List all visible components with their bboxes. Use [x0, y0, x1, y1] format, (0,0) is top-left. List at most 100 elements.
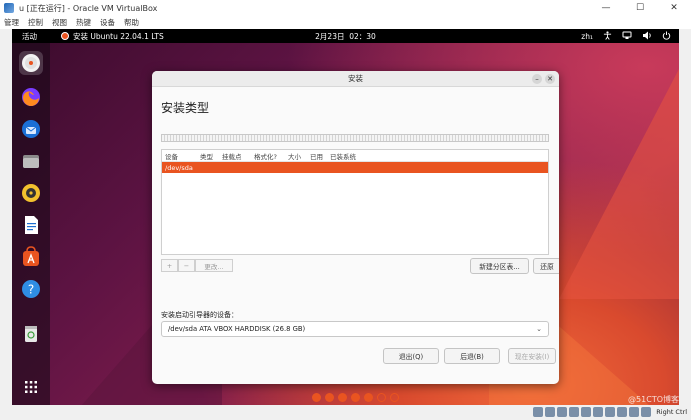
bootloader-label: 安装启动引导器的设备：: [161, 311, 238, 319]
firefox-icon: [22, 88, 40, 106]
ubuntu-installer-icon: [22, 54, 40, 72]
installer-window: 安装 – ✕ 安装类型 设备 类型 挂载点 格式化? 大小 已用 已装系统 /d…: [152, 71, 559, 384]
show-apps-button[interactable]: [19, 375, 43, 399]
rhythmbox-icon: [22, 184, 40, 202]
dock-trash[interactable]: [19, 321, 43, 345]
partition-bar: [161, 134, 549, 142]
network-icon[interactable]: [622, 31, 632, 42]
volume-icon[interactable]: [642, 31, 652, 42]
hdd-activity-icon[interactable]: [533, 407, 544, 417]
guest-desktop: 活动 安装 Ubuntu 22.04.1 LTS 2月23日 02：30 zh₁: [12, 29, 679, 405]
window-controls: — ☐ ✕: [589, 0, 691, 16]
column-installed-system[interactable]: 已装系统: [327, 151, 377, 161]
menu-hotkeys[interactable]: 热键: [76, 17, 91, 28]
installer-window-title: 安装: [348, 74, 363, 83]
host-key-label: Right Ctrl: [656, 408, 687, 416]
new-partition-table-button[interactable]: 新建分区表...: [470, 258, 529, 274]
usb-icon[interactable]: [581, 407, 592, 417]
vbox-titlebar: u [正在运行] - Oracle VM VirtualBox — ☐ ✕: [0, 0, 691, 16]
add-partition-button[interactable]: +: [161, 259, 178, 272]
installer-minimize-button[interactable]: –: [532, 74, 542, 84]
table-row[interactable]: /dev/sda: [162, 162, 548, 173]
audio-icon[interactable]: [557, 407, 568, 417]
page-title: 安装类型: [161, 101, 210, 115]
clock[interactable]: 2月23日 02：30: [315, 31, 376, 42]
dock: ?: [12, 43, 50, 405]
dock-firefox[interactable]: [19, 85, 43, 109]
partition-table[interactable]: 设备 类型 挂载点 格式化? 大小 已用 已装系统 /dev/sda: [161, 149, 549, 255]
power-icon[interactable]: [662, 30, 671, 42]
chevron-down-icon: ⌄: [536, 325, 542, 333]
progress-dot: [390, 393, 399, 402]
trash-icon: [25, 326, 37, 342]
progress-dot: [312, 393, 321, 402]
app-menu[interactable]: 安装 Ubuntu 22.04.1 LTS: [61, 31, 164, 42]
window-title: u [正在运行] - Oracle VM VirtualBox: [19, 3, 158, 13]
close-button[interactable]: ✕: [657, 0, 691, 16]
input-method-indicator[interactable]: zh₁: [581, 32, 593, 41]
progress-dot: [338, 393, 347, 402]
installer-progress: [312, 393, 399, 402]
quit-button[interactable]: 退出(Q): [383, 348, 439, 364]
change-partition-button[interactable]: 更改...: [195, 259, 233, 272]
dock-thunderbird[interactable]: [19, 117, 43, 141]
app-menu-label: 安装 Ubuntu 22.04.1 LTS: [73, 31, 164, 41]
dock-help[interactable]: ?: [19, 277, 43, 301]
column-used[interactable]: 已用: [307, 151, 327, 161]
help-icon: ?: [22, 280, 40, 298]
row-device: /dev/sda: [165, 163, 193, 172]
column-format[interactable]: 格式化?: [251, 151, 285, 161]
bootloader-device-value: /dev/sda ATA VBOX HARDDISK (26.8 GB): [168, 325, 306, 333]
menu-view[interactable]: 视图: [52, 17, 67, 28]
optical-drive-icon[interactable]: [545, 407, 556, 417]
app-grid-icon: [25, 381, 37, 393]
minimize-button[interactable]: —: [589, 0, 623, 16]
bootloader-device-select[interactable]: /dev/sda ATA VBOX HARDDISK (26.8 GB) ⌄: [161, 321, 549, 337]
vbox-statusbar: Right Ctrl: [0, 405, 691, 420]
menu-devices[interactable]: 设备: [100, 17, 115, 28]
revert-button[interactable]: 还原: [533, 258, 559, 274]
install-now-button[interactable]: 现在安装(I): [508, 348, 556, 364]
gnome-topbar: 活动 安装 Ubuntu 22.04.1 LTS 2月23日 02：30 zh₁: [12, 29, 679, 43]
dock-writer[interactable]: [19, 213, 43, 237]
vbox-status-icons: Right Ctrl: [533, 407, 687, 417]
menu-control[interactable]: 控制: [28, 17, 43, 28]
display-icon[interactable]: [605, 407, 616, 417]
remove-partition-button[interactable]: −: [178, 259, 195, 272]
column-size[interactable]: 大小: [285, 151, 307, 161]
progress-dot: [351, 393, 360, 402]
menu-help[interactable]: 帮助: [124, 17, 139, 28]
installer-close-button[interactable]: ✕: [545, 74, 555, 84]
column-device[interactable]: 设备: [162, 151, 197, 161]
column-mountpoint[interactable]: 挂载点: [219, 151, 251, 161]
progress-dot: [364, 393, 373, 402]
mouse-integration-icon[interactable]: [629, 407, 640, 417]
dock-files[interactable]: [19, 149, 43, 173]
dock-app-center[interactable]: [19, 245, 43, 269]
progress-dot: [325, 393, 334, 402]
libreoffice-writer-icon: [25, 216, 38, 234]
watermark-text: @51CTO博客: [628, 395, 679, 404]
dock-rhythmbox[interactable]: [19, 181, 43, 205]
svg-text:?: ?: [28, 283, 34, 297]
progress-dot: [377, 393, 386, 402]
shared-folders-icon[interactable]: [593, 407, 604, 417]
back-button[interactable]: 后退(B): [444, 348, 500, 364]
virtualbox-icon: [4, 3, 14, 13]
network-adapter-icon[interactable]: [569, 407, 580, 417]
ubuntu-installer-icon: [61, 32, 69, 40]
keyboard-icon[interactable]: [641, 407, 652, 417]
activities-button[interactable]: 活动: [22, 31, 37, 42]
dock-installer[interactable]: [19, 51, 43, 75]
menu-manage[interactable]: 管理: [4, 17, 19, 28]
accessibility-icon[interactable]: [603, 30, 612, 42]
installer-headerbar: 安装 – ✕: [152, 71, 559, 87]
column-type[interactable]: 类型: [197, 151, 219, 161]
recording-icon[interactable]: [617, 407, 628, 417]
app-center-icon: [23, 246, 39, 266]
vbox-menubar: 管理 控制 视图 热键 设备 帮助: [0, 16, 691, 29]
maximize-button[interactable]: ☐: [623, 0, 657, 16]
partition-table-header: 设备 类型 挂载点 格式化? 大小 已用 已装系统: [162, 150, 548, 162]
system-tray: zh₁: [581, 30, 671, 42]
thunderbird-icon: [22, 120, 40, 138]
